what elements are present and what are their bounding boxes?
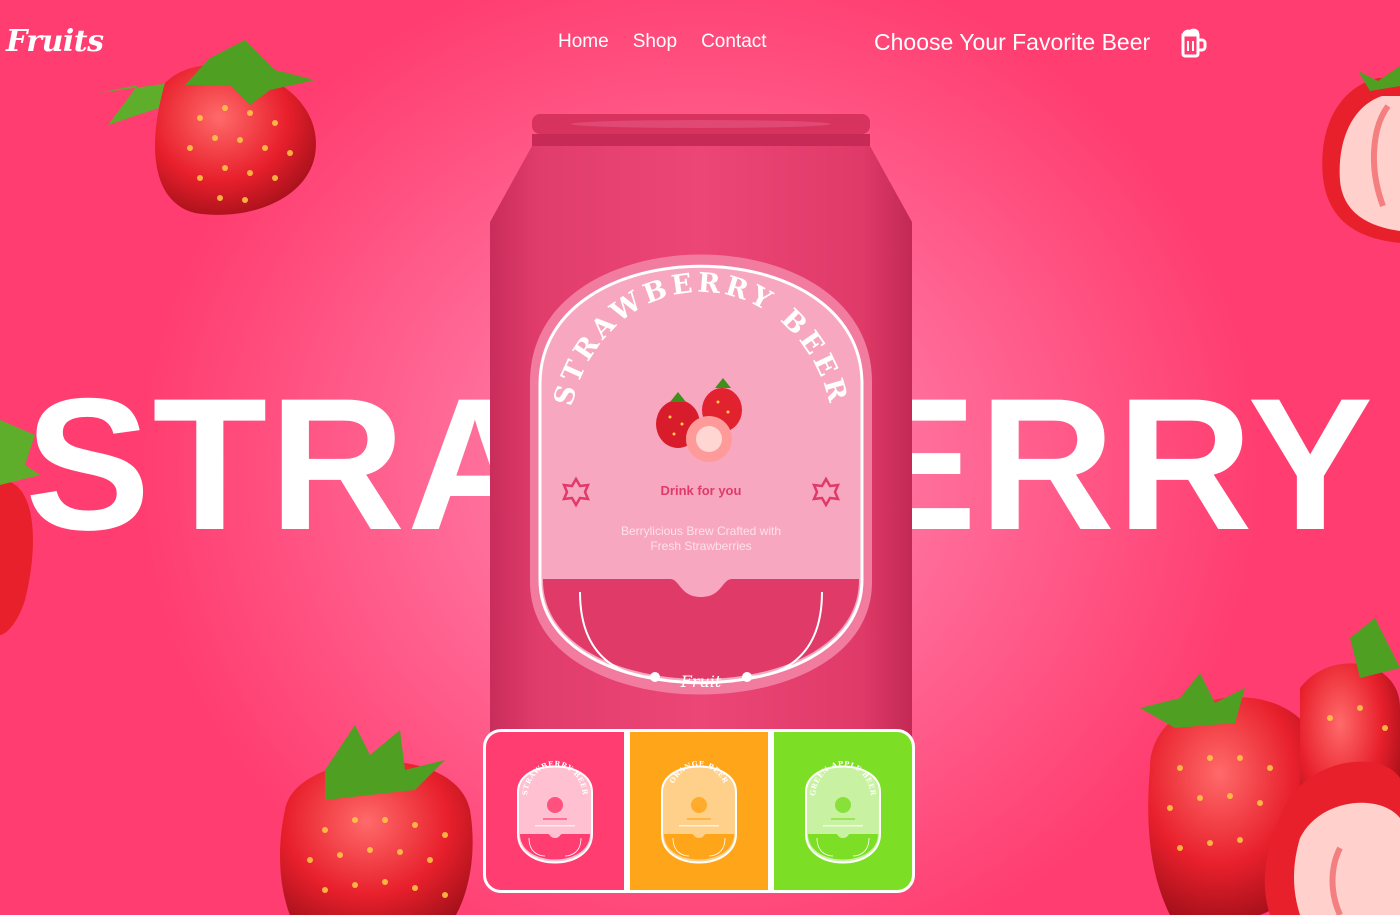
nav-shop[interactable]: Shop [633,31,677,53]
variant-label: GREEN APPLE BEER [805,759,881,864]
main-nav: Home Shop Contact [558,31,767,53]
variant-label: ORANGE BEER [661,759,737,864]
variant-label: STRAWBERRY BEER [517,759,593,864]
beer-can: STRAWBERRY BEER Drink for you Berrylicio… [490,114,912,752]
beer-mug-icon[interactable] [1178,27,1210,64]
variant-green-apple[interactable]: GREEN APPLE BEER [774,732,912,890]
strawberry-decoration-top-left [98,40,316,215]
can-desc-line1: Berrylicious Brew Crafted with [621,524,781,538]
nav-contact[interactable]: Contact [701,31,766,53]
variant-selector: STRAWBERRY BEER ORANGE BEER GREEN APPLE … [483,729,915,893]
strawberry-half-decoration-top-right [1322,66,1400,243]
logo[interactable]: Fruits [6,24,104,59]
can-desc-line2: Fresh Strawberries [650,539,751,553]
can-tagline: Drink for you [661,483,742,498]
nav-home[interactable]: Home [558,31,609,53]
can-brand: Fruit [680,672,722,691]
variant-strawberry[interactable]: STRAWBERRY BEER [486,732,624,890]
strawberry-decoration-bottom-right [1140,618,1400,915]
variant-orange[interactable]: ORANGE BEER [630,732,768,890]
strawberry-decoration-bottom-left [280,725,473,915]
choose-beer-text: Choose Your Favorite Beer [874,29,1151,55]
